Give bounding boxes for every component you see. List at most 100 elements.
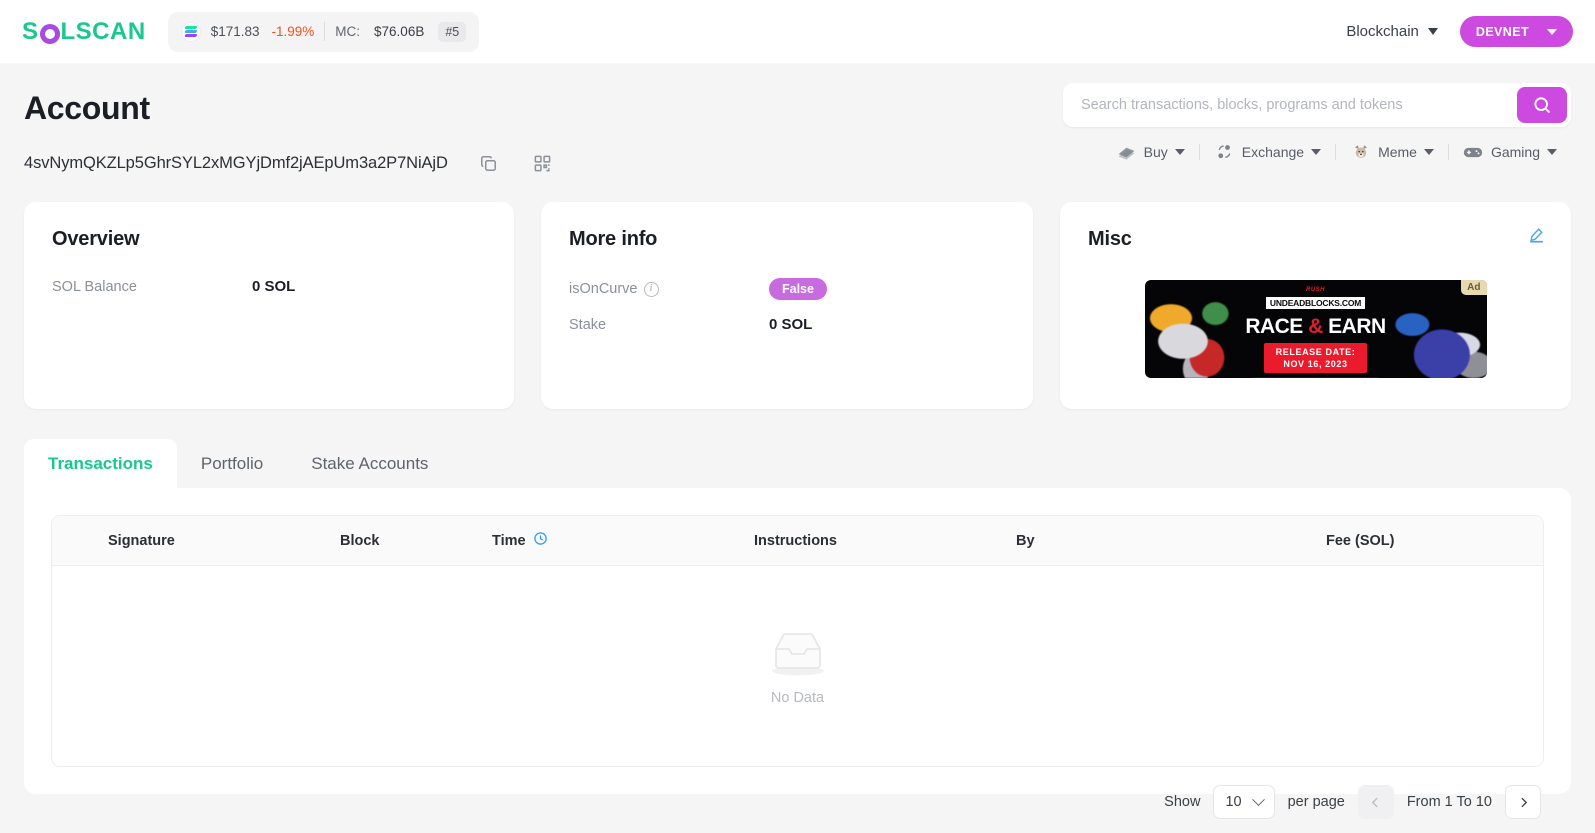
- category-item-meme[interactable]: Meme: [1336, 143, 1448, 161]
- tab-transactions[interactable]: Transactions: [24, 439, 177, 488]
- sol-balance-value: 0 SOL: [252, 278, 296, 295]
- tab-stake-accounts[interactable]: Stake Accounts: [287, 439, 452, 488]
- page-header-left: Account 4svNymQKZLp5GhrSYL2xMGYjDmf2jAEp…: [24, 63, 556, 176]
- market-cap-value: $76.06B: [374, 24, 425, 39]
- column-header-time[interactable]: Time: [492, 531, 754, 550]
- ad-release-line2: NOV 16, 2023: [1283, 359, 1348, 369]
- search-bar: [1063, 83, 1571, 127]
- misc-card-title: Misc: [1088, 228, 1132, 250]
- chevron-down-icon: [1547, 149, 1557, 155]
- ad-headline-left: RACE: [1245, 315, 1309, 338]
- summary-cards: Overview SOL Balance 0 SOL More info isO…: [24, 202, 1571, 409]
- clock-icon: [533, 531, 548, 550]
- pagination-controls: Show 10 per page From 1 To 10: [51, 785, 1544, 819]
- blockchain-menu-label: Blockchain: [1346, 23, 1419, 40]
- transactions-panel: Signature Block Time Instructions By Fee…: [24, 488, 1571, 819]
- page-body: Account 4svNymQKZLp5GhrSYL2xMGYjDmf2jAEp…: [0, 63, 1595, 819]
- ad-headline-right: EARN: [1322, 315, 1386, 338]
- category-item-exchange[interactable]: Exchange: [1200, 143, 1335, 161]
- account-address-row: 4svNymQKZLp5GhrSYL2xMGYjDmf2jAEpUm3a2P7N…: [24, 150, 556, 176]
- column-header-signature: Signature: [108, 532, 175, 549]
- chevron-down-icon: [1423, 149, 1434, 155]
- ad-release-line1: RELEASE DATE:: [1275, 347, 1356, 357]
- category-label: Buy: [1143, 144, 1168, 160]
- show-label: Show: [1164, 794, 1201, 810]
- empty-inbox-icon: [766, 627, 830, 682]
- chevron-right-icon: [1520, 797, 1527, 807]
- ad-brand-logo: UNDEADBLOCKS.COM: [1265, 297, 1366, 309]
- table-empty-state: No Data: [52, 566, 1543, 766]
- overview-card: Overview SOL Balance 0 SOL: [24, 202, 514, 409]
- sol-price: $171.83: [210, 24, 260, 39]
- market-cap-rank-badge: #5: [438, 21, 467, 42]
- transactions-table: Signature Block Time Instructions By Fee…: [51, 515, 1544, 767]
- ad-brand-top: RUSH: [1305, 287, 1325, 293]
- overview-card-title: Overview: [52, 228, 140, 250]
- page-size-value: 10: [1225, 794, 1242, 810]
- qr-code-icon[interactable]: [530, 150, 556, 176]
- category-item-buy[interactable]: Buy: [1102, 143, 1199, 161]
- search-button[interactable]: [1517, 87, 1567, 123]
- exchange-icon: [1214, 143, 1235, 161]
- column-header-block: Block: [340, 532, 380, 549]
- advertisement-banner[interactable]: RUSH UNDEADBLOCKS.COM RACE & EARN RELEAS…: [1144, 280, 1487, 378]
- logo-o-mark: [39, 23, 60, 44]
- logo-text: S LSCAN: [22, 18, 146, 46]
- more-info-row-is-on-curve: isOnCurve i False: [569, 278, 1005, 300]
- ad-release-date: RELEASE DATE: NOV 16, 2023: [1263, 343, 1368, 373]
- logo-text-part1: S: [22, 17, 39, 45]
- is-on-curve-label-group: isOnCurve i: [569, 281, 769, 297]
- more-info-row-stake: Stake 0 SOL: [569, 316, 1005, 333]
- previous-page-button[interactable]: [1357, 785, 1394, 819]
- market-cap-label: MC:: [335, 24, 361, 39]
- gamepad-icon: [1463, 143, 1484, 161]
- ad-flag-badge: Ad: [1461, 280, 1487, 295]
- network-selector-button[interactable]: DEVNET: [1459, 16, 1573, 47]
- category-item-gaming[interactable]: Gaming: [1449, 143, 1571, 161]
- page-size-select[interactable]: 10: [1213, 785, 1275, 819]
- is-on-curve-label: isOnCurve: [569, 281, 638, 297]
- top-bar-right-group: Blockchain DEVNET: [1346, 16, 1573, 47]
- table-header-row: Signature Block Time Instructions By Fee…: [52, 516, 1543, 566]
- category-label: Gaming: [1490, 144, 1540, 160]
- more-info-card-title: More info: [569, 228, 658, 250]
- empty-state-label: No Data: [770, 689, 825, 706]
- chevron-down-icon: [1174, 149, 1185, 155]
- chevron-down-icon: [1427, 28, 1438, 35]
- solscan-logo[interactable]: S LSCAN: [22, 18, 146, 46]
- page-header-right: Buy Exchange: [1063, 63, 1571, 161]
- misc-card: Misc RUSH UNDEADBLOCKS.COM RACE & EARN R…: [1060, 202, 1571, 409]
- logo-text-part2: LSCAN: [60, 17, 146, 45]
- top-navigation-bar: S LSCAN $171.83 -1.99% MC: $76.06B #5 Blo…: [0, 0, 1595, 63]
- ad-headline-amp: &: [1308, 315, 1323, 338]
- sol-balance-label: SOL Balance: [52, 278, 137, 295]
- next-page-button[interactable]: [1505, 785, 1541, 819]
- sol-price-pill[interactable]: $171.83 -1.99% MC: $76.06B #5: [167, 11, 480, 52]
- ad-artwork: RUSH UNDEADBLOCKS.COM RACE & EARN RELEAS…: [1144, 280, 1487, 378]
- category-label: Exchange: [1241, 144, 1305, 160]
- overview-row-sol-balance: SOL Balance 0 SOL: [52, 278, 486, 295]
- page-title: Account: [24, 90, 150, 126]
- buy-card-icon: [1116, 143, 1137, 161]
- chevron-down-icon: [1547, 28, 1557, 35]
- solana-icon: [180, 21, 201, 42]
- content-tabs: Transactions Portfolio Stake Accounts: [24, 439, 1571, 488]
- ad-text-block: RUSH UNDEADBLOCKS.COM RACE & EARN RELEAS…: [1145, 287, 1487, 378]
- copy-icon[interactable]: [476, 150, 502, 176]
- chevron-left-icon: [1372, 797, 1378, 807]
- tab-portfolio[interactable]: Portfolio: [177, 439, 287, 488]
- info-icon[interactable]: i: [643, 281, 659, 297]
- search-input[interactable]: [1063, 97, 1517, 113]
- doge-meme-icon: [1350, 143, 1371, 161]
- column-header-by: By: [1016, 532, 1035, 549]
- category-nav: Buy Exchange Meme Gaming: [1063, 143, 1571, 161]
- blockchain-menu[interactable]: Blockchain: [1346, 23, 1438, 40]
- stake-value: 0 SOL: [769, 316, 813, 333]
- page-header: Account 4svNymQKZLp5GhrSYL2xMGYjDmf2jAEp…: [24, 63, 1571, 176]
- ad-points-chip: EARN GAME POINTS: [1250, 377, 1381, 378]
- edit-pencil-icon[interactable]: [1528, 226, 1545, 248]
- per-page-label: per page: [1287, 794, 1345, 810]
- page-range-label: From 1 To 10: [1406, 794, 1492, 810]
- is-on-curve-value-wrap: False: [769, 278, 827, 300]
- chevron-down-icon: [1251, 792, 1265, 806]
